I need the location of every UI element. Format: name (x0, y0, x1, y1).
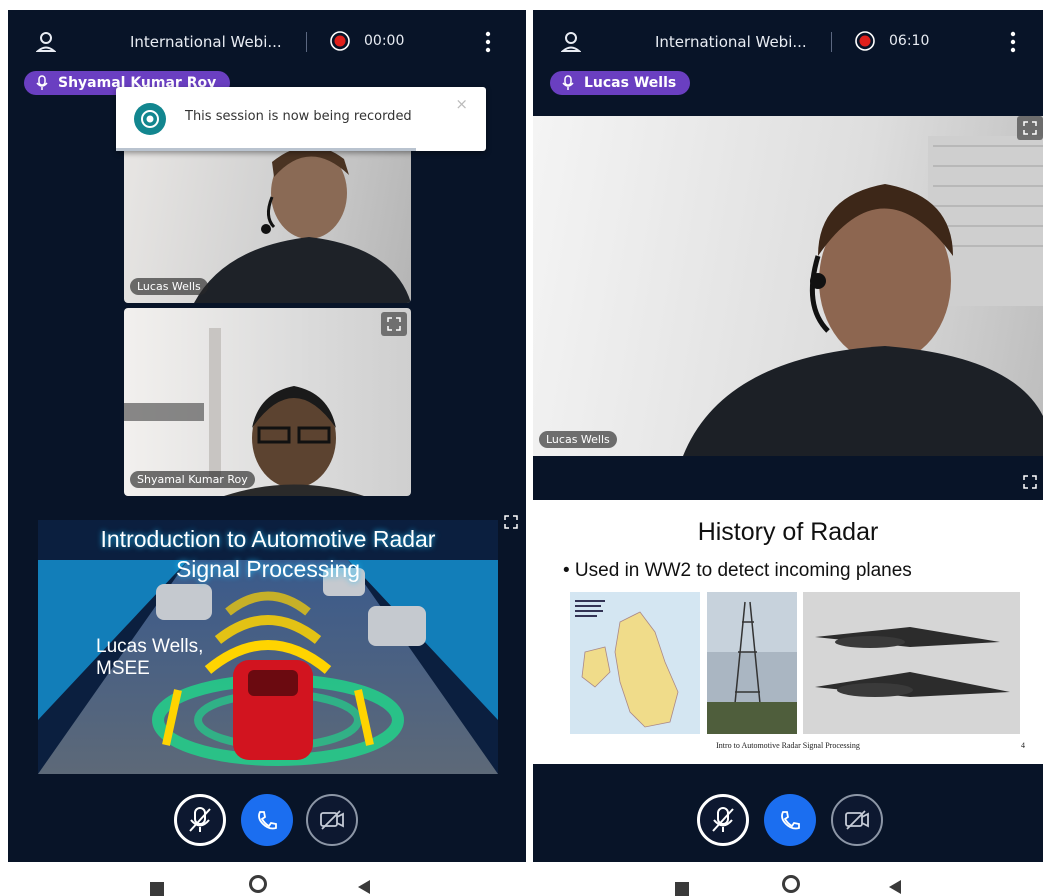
shared-slide-history[interactable]: History of Radar • Used in WW2 to detect… (533, 500, 1043, 764)
call-controls (533, 782, 1043, 862)
camera-off-icon (845, 810, 869, 830)
active-speaker-pill: Lucas Wells (550, 71, 691, 95)
right-nav-bar (533, 870, 1043, 896)
slide-author: Lucas Wells, MSEE (96, 636, 203, 680)
tile-name-tag: Shyamal Kumar Roy (130, 471, 255, 488)
mute-button[interactable] (174, 794, 226, 846)
call-controls (8, 782, 526, 862)
active-speaker-name: Lucas Wells (584, 75, 677, 91)
right-phone-screen: International Webi... 06:10 Lucas Wells (533, 10, 1043, 862)
slide-title-line1: Introduction to Automotive Radar (100, 526, 436, 552)
meeting-title: International Webi... (130, 33, 282, 51)
shared-slide-title[interactable]: Introduction to Automotive Radar Signal … (38, 520, 498, 774)
more-vert-icon[interactable] (1008, 30, 1018, 54)
slide-page-number: 4 (1021, 741, 1025, 750)
main-video-lucas[interactable]: Lucas Wells (533, 116, 1043, 456)
home-icon[interactable] (249, 875, 267, 893)
close-icon[interactable]: × (455, 95, 468, 113)
recents-icon[interactable] (150, 882, 164, 896)
video-feed-shyamal (124, 328, 364, 496)
phone-icon (258, 811, 277, 830)
slide-bullet: • Used in WW2 to detect incoming planes (563, 560, 912, 581)
recents-icon[interactable] (675, 882, 689, 896)
mic-off-icon (712, 807, 734, 832)
tile-name-tag: Lucas Wells (539, 431, 617, 448)
home-icon[interactable] (782, 875, 800, 893)
camera-toggle-button[interactable] (306, 794, 358, 846)
end-call-button[interactable] (241, 794, 293, 846)
end-call-button[interactable] (764, 794, 816, 846)
expand-icon[interactable] (381, 312, 407, 336)
toast-message: This session is now being recorded (185, 109, 412, 124)
divider (831, 32, 832, 52)
toast-progress-bar (116, 148, 416, 151)
video-tile-shyamal[interactable]: Shyamal Kumar Roy (124, 308, 411, 496)
recording-toast: This session is now being recorded × (116, 87, 486, 151)
camera-off-icon (320, 810, 344, 830)
back-icon[interactable] (358, 880, 370, 894)
tile-name-tag: Lucas Wells (130, 278, 208, 295)
record-status-icon (134, 103, 166, 135)
expand-icon[interactable] (1017, 116, 1043, 140)
left-top-bar: International Webi... 00:00 (8, 30, 526, 56)
more-vert-icon[interactable] (483, 30, 493, 54)
expand-icon[interactable] (498, 510, 524, 534)
right-top-bar: International Webi... 06:10 (533, 30, 1043, 56)
left-nav-bar (8, 870, 526, 896)
user-icon[interactable] (36, 30, 56, 54)
recording-timer: 00:00 (364, 33, 405, 49)
meeting-title: International Webi... (655, 33, 807, 51)
slide-title-line2: Signal Processing (175, 556, 361, 582)
slide-images (570, 592, 1020, 734)
left-phone-screen: International Webi... 00:00 Shyamal Kuma… (8, 10, 526, 862)
mic-icon (36, 75, 48, 90)
recording-timer: 06:10 (889, 33, 930, 49)
slide-heading: History of Radar (697, 518, 879, 546)
mic-icon (562, 75, 574, 90)
record-icon[interactable] (855, 31, 875, 51)
divider (306, 32, 307, 52)
camera-toggle-button[interactable] (831, 794, 883, 846)
video-feed-lucas (683, 136, 1043, 456)
back-icon[interactable] (889, 880, 901, 894)
slide-author-line2: MSEE (96, 658, 150, 679)
video-tile-lucas[interactable]: Lucas Wells (124, 137, 411, 303)
mic-off-icon (189, 807, 211, 832)
slide-footer: Intro to Automotive Radar Signal Process… (716, 741, 860, 750)
slide-author-line1: Lucas Wells, (96, 636, 204, 657)
user-icon[interactable] (561, 30, 581, 54)
record-icon[interactable] (330, 31, 350, 51)
expand-icon[interactable] (1017, 470, 1043, 494)
mute-button[interactable] (697, 794, 749, 846)
slide-title: Introduction to Automotive Radar Signal … (38, 524, 498, 584)
phone-icon (781, 811, 800, 830)
